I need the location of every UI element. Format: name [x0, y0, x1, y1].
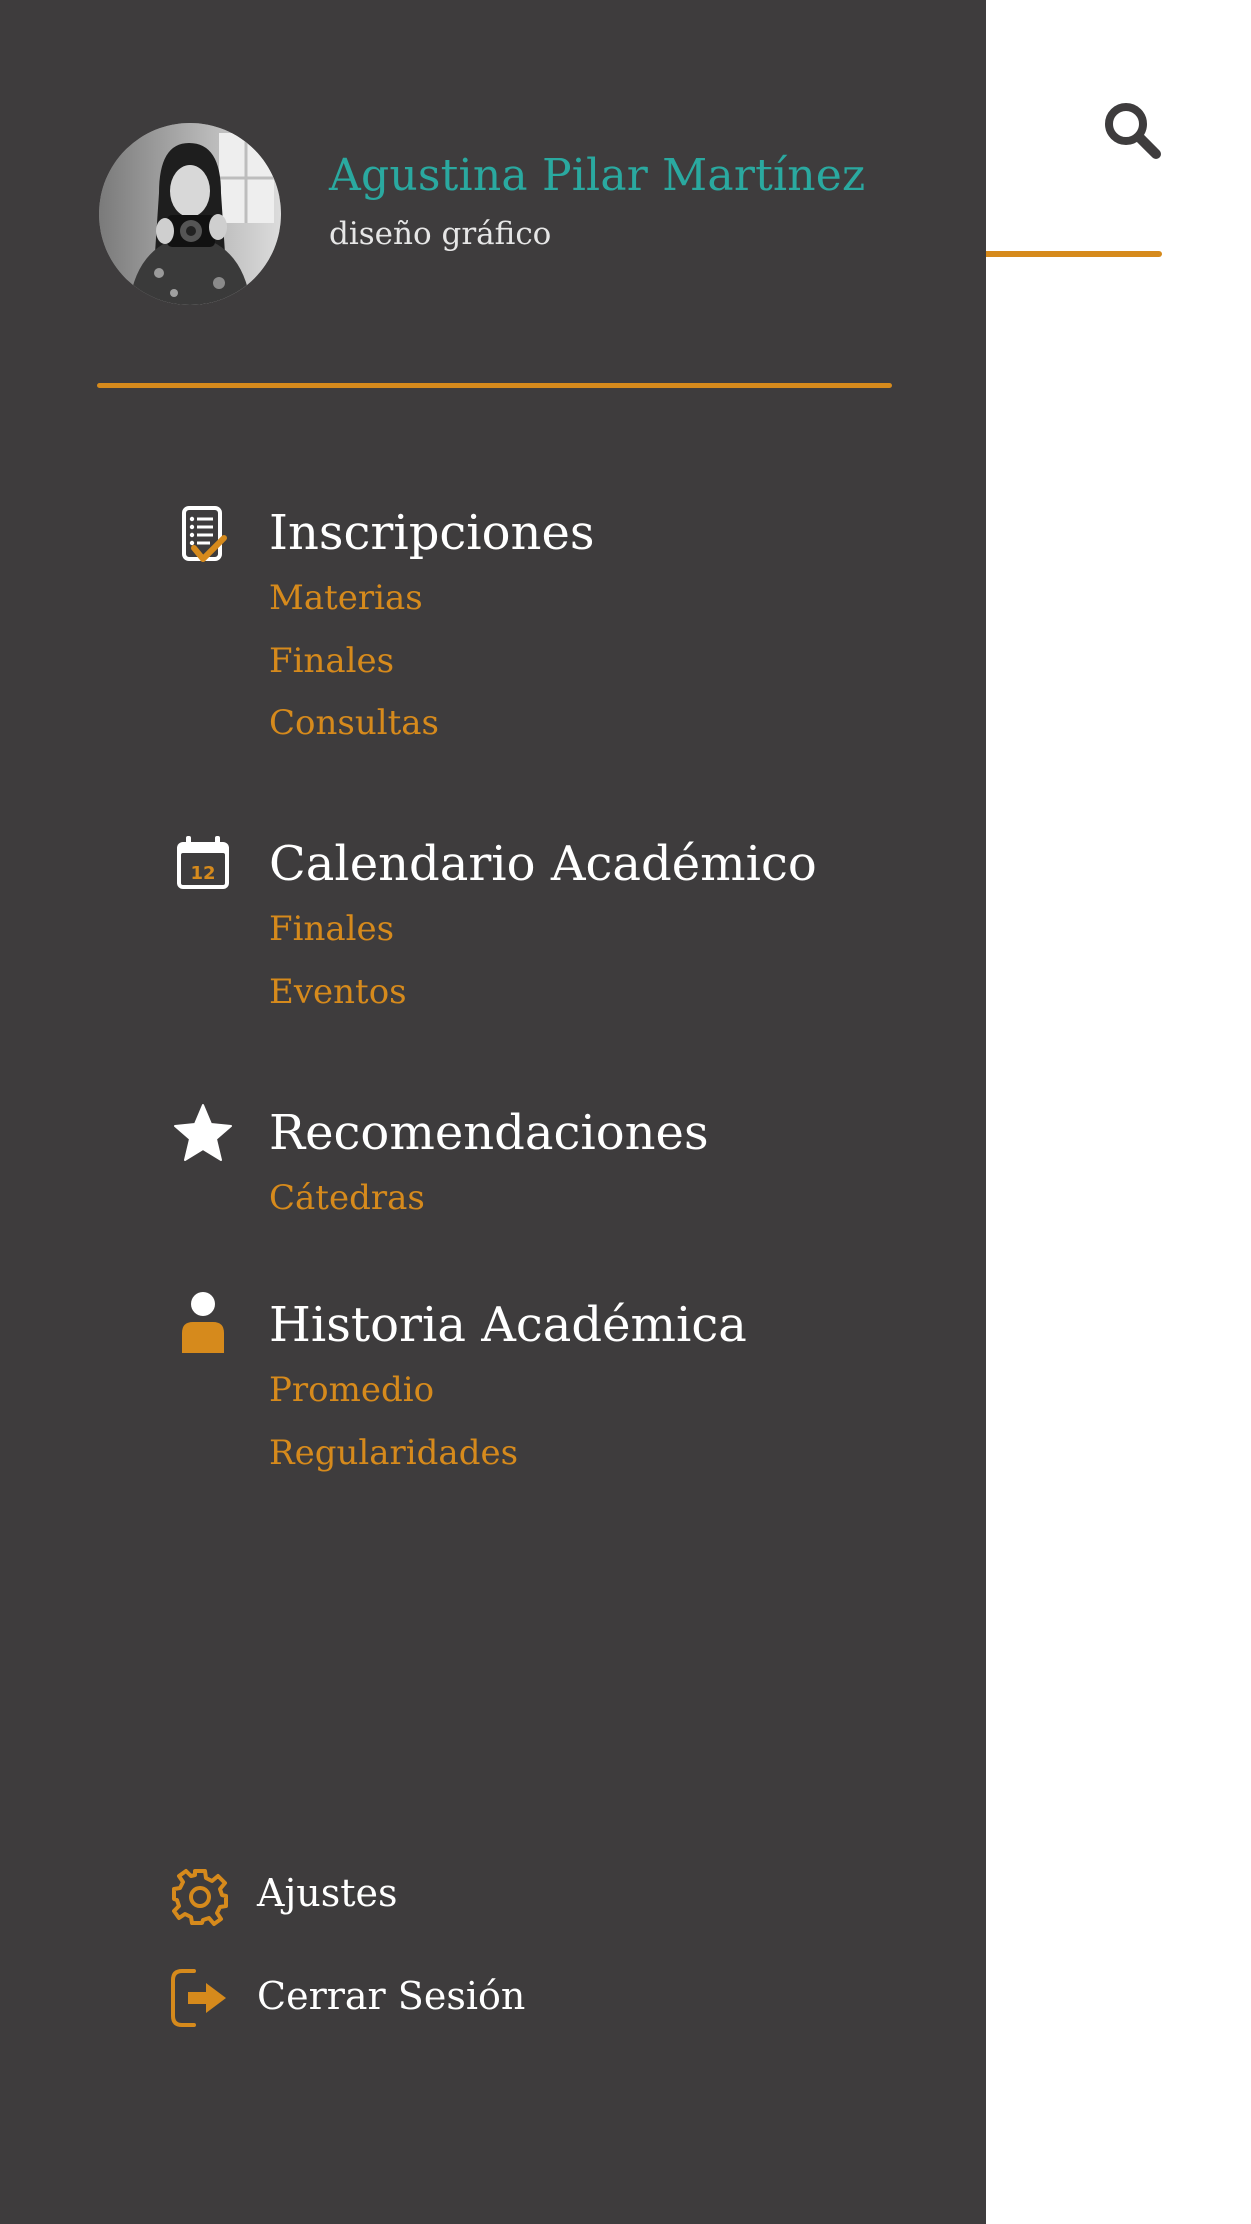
star-icon: [172, 1102, 234, 1164]
profile-name: Agustina Pilar Martínez: [329, 150, 866, 201]
nav-title-inscripciones[interactable]: Inscripciones: [269, 505, 595, 561]
settings-button[interactable]: Ajustes: [168, 1865, 668, 1935]
app-screen: Agustina Pilar Martínez diseño gráfico I…: [0, 0, 1251, 2224]
person-icon: [172, 1291, 234, 1353]
nav-item-eventos[interactable]: Eventos: [269, 972, 407, 1012]
profile-role: diseño gráfico: [329, 216, 552, 252]
nav-item-materias[interactable]: Materias: [269, 578, 423, 618]
nav-item-regularidades[interactable]: Regularidades: [269, 1433, 518, 1473]
main-content-area: [986, 0, 1251, 2224]
avatar[interactable]: [99, 123, 281, 305]
navigation-drawer: Agustina Pilar Martínez diseño gráfico I…: [0, 0, 986, 2224]
nav-item-consultas[interactable]: Consultas: [269, 703, 439, 743]
nav-item-inscripciones-finales[interactable]: Finales: [269, 641, 394, 681]
nav-item-catedras[interactable]: Cátedras: [269, 1178, 425, 1218]
search-button[interactable]: [1098, 96, 1168, 166]
nav-title-calendario[interactable]: Calendario Académico: [269, 836, 817, 892]
search-underline: [986, 251, 1162, 257]
profile-divider: [97, 383, 892, 388]
logout-icon: [168, 1966, 232, 2030]
nav-title-recomendaciones[interactable]: Recomendaciones: [269, 1105, 709, 1161]
calendar-icon-day: 12: [190, 863, 215, 884]
search-icon: [1105, 103, 1161, 159]
nav-title-historia[interactable]: Historia Académica: [269, 1297, 747, 1353]
gear-icon: [168, 1865, 232, 1929]
nav-item-promedio[interactable]: Promedio: [269, 1370, 434, 1410]
settings-label: Ajustes: [257, 1871, 398, 1915]
nav-item-calendario-finales[interactable]: Finales: [269, 909, 394, 949]
calendar-icon: 12: [172, 833, 234, 895]
logout-button[interactable]: Cerrar Sesión: [168, 1966, 668, 2036]
logout-label: Cerrar Sesión: [257, 1974, 526, 2018]
clipboard-check-icon: [172, 505, 234, 567]
